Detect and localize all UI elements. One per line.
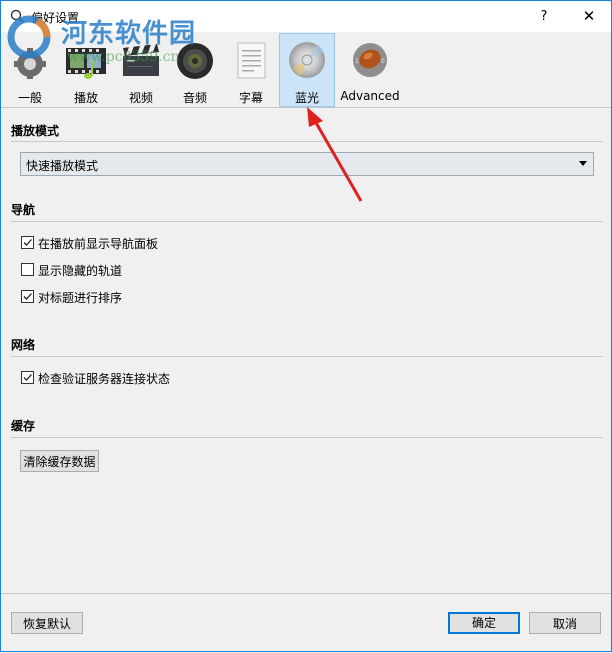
- tab-label: 播放: [73, 91, 98, 105]
- svg-text:0: 0: [381, 58, 385, 65]
- section-title-cache: 缓存: [11, 419, 36, 433]
- preferences-dialog: 偏好设置 ? ✕ 一般 播放 视频 音频 字幕 蓝光 1 0 Advanced …: [0, 0, 612, 652]
- selected-value: 快速播放模式: [26, 159, 99, 173]
- section-title-navigation: 导航: [11, 203, 36, 217]
- divider: [11, 437, 603, 438]
- playback-mode-select[interactable]: 快速播放模式: [20, 152, 594, 176]
- document-icon: [237, 42, 266, 79]
- watermark-url: www.pc0359.cn: [67, 49, 180, 65]
- checkbox[interactable]: [21, 263, 34, 276]
- divider: [11, 141, 603, 142]
- svg-text:1: 1: [355, 58, 359, 65]
- checkbox-label: 显示隐藏的轨道: [38, 264, 123, 278]
- tab-label: 蓝光: [294, 91, 319, 105]
- disc-icon: [289, 42, 325, 78]
- section-title-playback-mode: 播放模式: [11, 124, 60, 138]
- tab-subtitles[interactable]: 字幕: [228, 34, 274, 106]
- checkbox[interactable]: [21, 236, 34, 249]
- checkbox-label: 在播放前显示导航面板: [38, 237, 159, 251]
- watermark-text: 河东软件园: [61, 19, 197, 49]
- tab-label: 视频: [128, 91, 153, 105]
- tab-label: 一般: [17, 91, 42, 105]
- tab-bluray[interactable]: 蓝光: [279, 33, 335, 107]
- advanced-icon: 1 0: [353, 43, 387, 77]
- clear-cache-button[interactable]: 清除缓存数据: [20, 450, 99, 472]
- close-button[interactable]: ✕: [571, 1, 607, 32]
- section-title-network: 网络: [11, 338, 36, 352]
- ok-button[interactable]: 确定: [448, 612, 520, 634]
- divider: [11, 221, 603, 222]
- checkmark-icon: [23, 293, 32, 300]
- tab-advanced[interactable]: 1 0 Advanced: [339, 34, 401, 106]
- tab-label: 字幕: [238, 91, 263, 105]
- checkmark-icon: [23, 239, 32, 246]
- checkbox-label: 对标题进行排序: [38, 291, 123, 305]
- tab-label: Advanced: [340, 89, 400, 103]
- cancel-button[interactable]: 取消: [529, 612, 601, 634]
- checkbox-label: 检查验证服务器连接状态: [38, 372, 171, 386]
- watermark-logo: [7, 15, 51, 59]
- footer-divider: [1, 593, 611, 594]
- restore-defaults-button[interactable]: 恢复默认: [11, 612, 83, 634]
- divider: [11, 356, 603, 357]
- checkmark-icon: [23, 374, 32, 381]
- tab-label: 音频: [182, 91, 207, 105]
- chevron-down-icon: [579, 161, 587, 166]
- checkbox[interactable]: [21, 290, 34, 303]
- help-button[interactable]: ?: [529, 1, 559, 32]
- checkbox[interactable]: [21, 371, 34, 384]
